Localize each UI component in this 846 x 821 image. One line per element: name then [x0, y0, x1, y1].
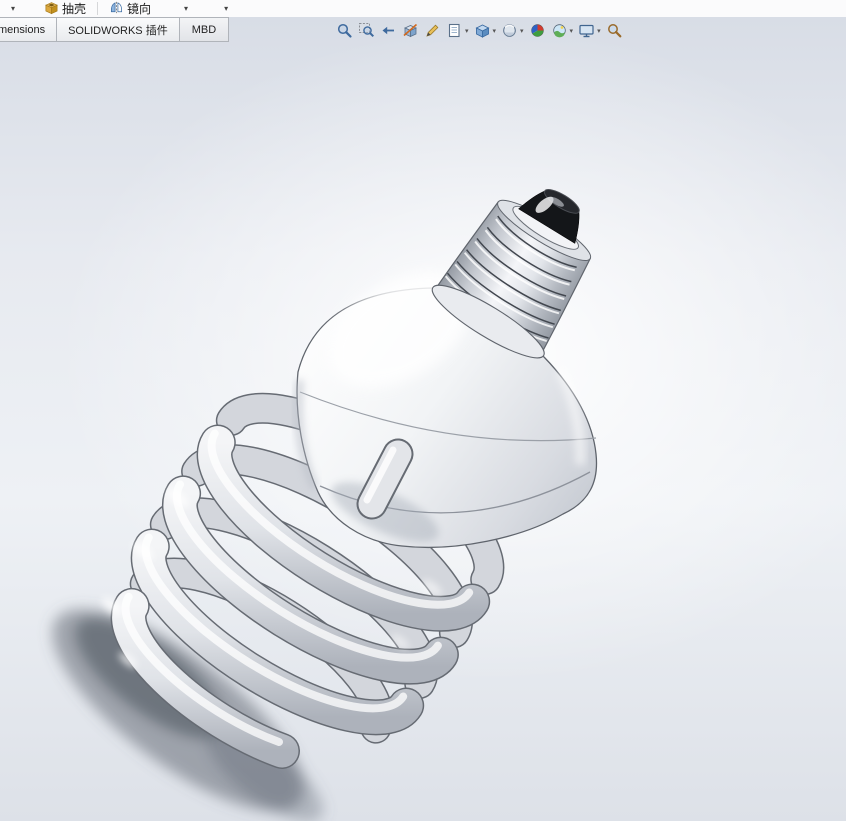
shell-icon [44, 0, 59, 18]
shell-tool-button[interactable]: 抽壳 [40, 0, 90, 18]
toolbar-dropdown-caret[interactable]: ▾ [221, 4, 231, 13]
toolbar-dropdown-caret[interactable]: ▾ [8, 4, 18, 13]
mirror-icon [109, 0, 124, 18]
mirror-tool-label: 镜向 [127, 1, 152, 16]
bulb-model[interactable] [0, 17, 846, 821]
graphics-area[interactable]: mensions SOLIDWORKS 插件 MBD ▾ ▾ ▾ ▾ ▾ [0, 17, 846, 821]
toolbar-dropdown-caret[interactable]: ▾ [181, 4, 191, 13]
solidworks-window: ▾ 抽壳 镜向 ▾ ▾ mensions SOLIDWORKS 插件 MBD ▾… [0, 0, 846, 821]
shell-tool-label: 抽壳 [62, 1, 87, 16]
mirror-tool-button[interactable]: 镜向 [105, 0, 155, 18]
command-toolbar: ▾ 抽壳 镜向 ▾ ▾ [0, 0, 846, 17]
toolbar-separator [97, 2, 99, 15]
